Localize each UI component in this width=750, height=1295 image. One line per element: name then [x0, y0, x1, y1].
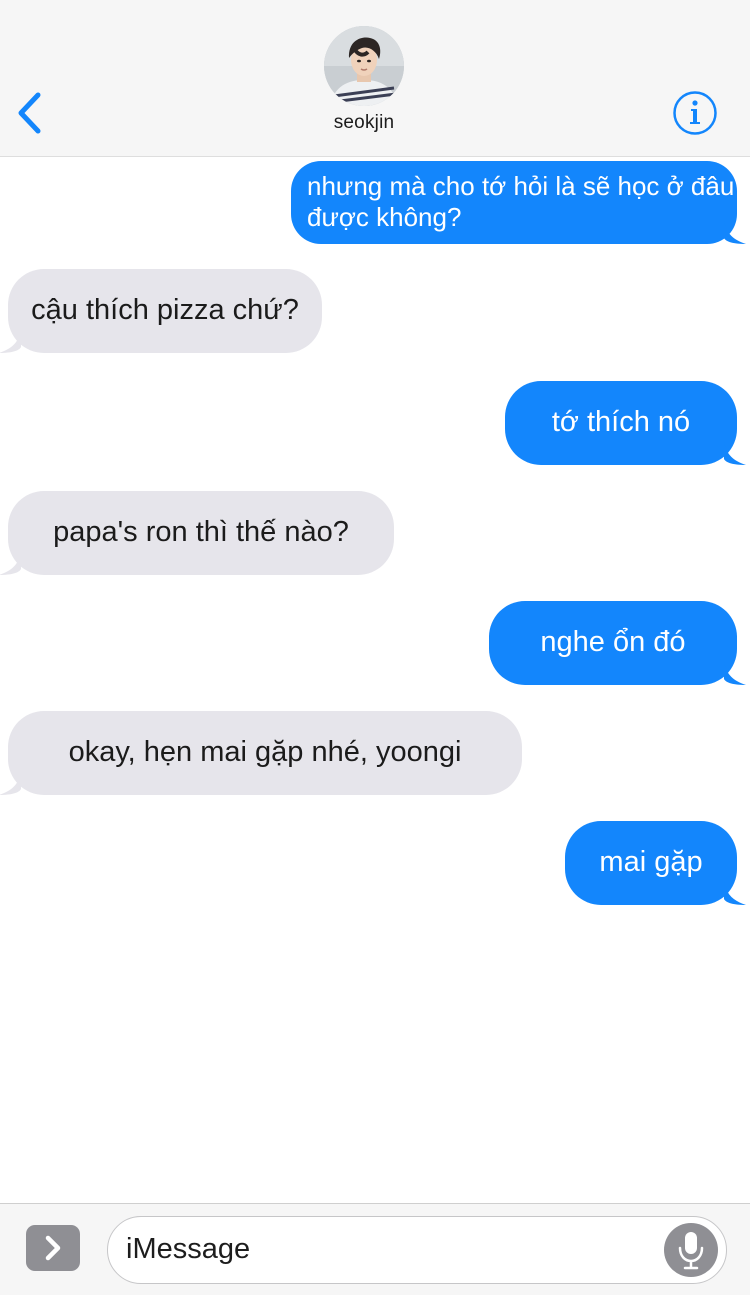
message-input-placeholder: iMessage	[126, 1233, 251, 1265]
microphone-button[interactable]	[664, 1223, 718, 1277]
message-bubble-incoming[interactable]: cậu thích pizza chứ?	[0, 269, 322, 353]
message-text: cậu thích pizza chứ?	[31, 294, 299, 326]
message-text: okay, hẹn mai gặp nhé, yoongi	[68, 736, 462, 768]
contact-name[interactable]: seokjin	[0, 112, 728, 134]
message-list: nhưng mà cho tớ hỏi là sẽ học ở đâu được…	[0, 157, 750, 1203]
message-bubble-incoming[interactable]: okay, hẹn mai gặp nhé, yoongi	[0, 711, 522, 795]
conversation-header: seokjin	[0, 0, 750, 157]
message-text: nghe ổn đó	[540, 626, 686, 658]
message-bubble-incoming[interactable]: papa's ron thì thế nào?	[0, 491, 394, 575]
microphone-icon	[678, 1232, 704, 1270]
bubble-tail	[0, 551, 21, 575]
message-bubble-outgoing[interactable]: nghe ổn đó	[489, 601, 746, 685]
message-text: mai gặp	[599, 846, 703, 878]
bubble-tail	[0, 329, 21, 353]
bubble-tail	[724, 881, 746, 905]
compose-bar: iMessage	[0, 1203, 750, 1295]
bubble-tail	[724, 661, 746, 685]
bubble-tail	[724, 441, 746, 465]
apps-button[interactable]	[26, 1225, 80, 1271]
contact-avatar[interactable]	[324, 26, 404, 106]
message-text: tớ thích nó	[551, 406, 691, 438]
message-text: papa's ron thì thế nào?	[53, 516, 349, 548]
bubble-tail	[724, 220, 746, 244]
info-button[interactable]	[672, 90, 718, 136]
info-icon	[673, 91, 717, 135]
message-input[interactable]: iMessage	[107, 1216, 727, 1284]
message-bubble-outgoing[interactable]: mai gặp	[565, 821, 746, 905]
avatar-photo	[324, 26, 404, 106]
message-text: nhưng mà cho tớ hỏi là sẽ học ở đâu được…	[307, 171, 735, 232]
message-bubble-outgoing[interactable]: tớ thích nó	[505, 381, 746, 465]
message-bubble-outgoing[interactable]: nhưng mà cho tớ hỏi là sẽ học ở đâu được…	[291, 161, 746, 244]
imessage-screen: seokjin nhưng mà cho tớ hỏi là sẽ học ở …	[0, 0, 750, 1295]
chevron-right-icon	[45, 1235, 61, 1261]
bubble-tail	[0, 771, 21, 795]
